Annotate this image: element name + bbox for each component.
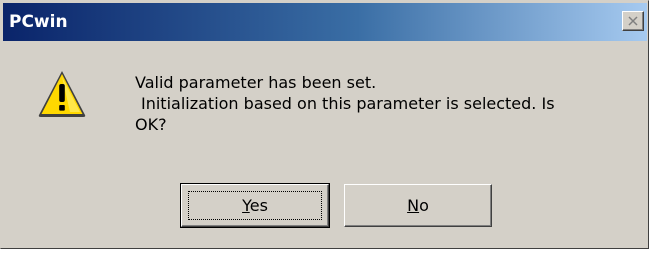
yes-button[interactable]: Yes — [180, 183, 330, 228]
close-button[interactable] — [622, 11, 644, 31]
no-button-label: No — [407, 196, 429, 215]
message-line-1: Valid parameter has been set. — [135, 73, 377, 92]
message-line-2: Initialization based on this parameter i… — [141, 94, 555, 113]
warning-icon — [38, 71, 86, 117]
window-title: PCwin — [9, 12, 68, 32]
title-bar: PCwin — [3, 3, 647, 41]
message-line-3: OK? — [135, 115, 167, 134]
dialog-message: Valid parameter has been set. Initializa… — [135, 72, 640, 135]
pcwin-dialog: PCwin Valid parameter has been set. Init… — [0, 0, 649, 249]
close-icon — [628, 16, 638, 26]
yes-button-label: Yes — [242, 196, 268, 215]
no-button[interactable]: No — [344, 184, 492, 227]
